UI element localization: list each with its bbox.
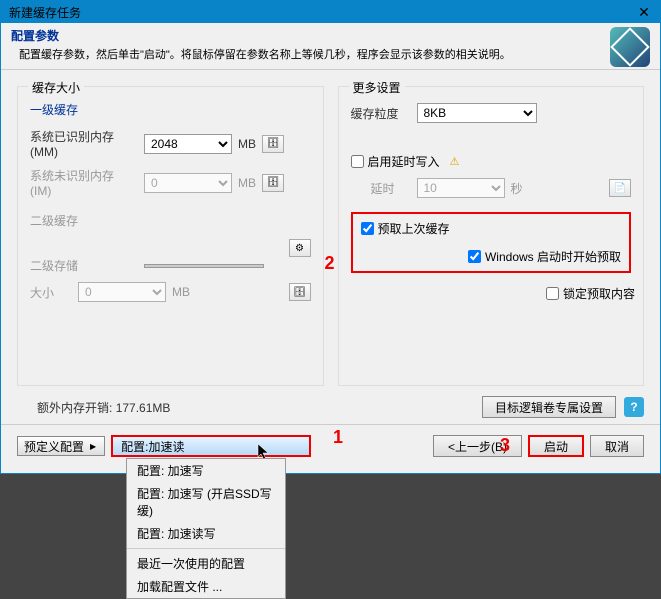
header: 配置参数 配置缓存参数，然后单击"启动"。将鼠标停留在参数名称上等候几秒，程序会… (1, 23, 660, 69)
more-settings-panel: 更多设置 缓存粒度 8KB 启用延时写入 ⚠ 延时 10 秒 📄 2 (338, 86, 645, 386)
delay-unit: 秒 (511, 180, 523, 197)
unrecognized-mem-unit: MB (238, 176, 256, 190)
menu-item-accel-write[interactable]: 配置: 加速写 (127, 459, 285, 482)
app-icon (610, 27, 650, 67)
window-title: 新建缓存任务 (9, 4, 81, 21)
recognized-mem-label: 系统已识别内存 (MM) (30, 128, 138, 159)
granularity-select[interactable]: 8KB (417, 103, 537, 123)
annotation-3: 3 (500, 435, 510, 456)
warn-icon: ⚠ (450, 155, 460, 168)
l2-size-unit: MB (172, 285, 190, 299)
cache-size-title: 缓存大小 (28, 79, 84, 96)
l2-title: 二级缓存 (30, 212, 311, 229)
annotation-1: 1 (333, 427, 343, 448)
menu-item-load-file[interactable]: 加载配置文件 ... (127, 575, 285, 598)
delay-label: 延时 (371, 180, 411, 197)
header-title: 配置参数 (11, 27, 600, 44)
help-icon[interactable]: ? (624, 397, 644, 417)
recognized-mem-icon[interactable]: 🗄 (262, 135, 284, 153)
lock-prefetch-checkbox[interactable]: 锁定预取内容 (546, 285, 635, 302)
extra-mem-value: 177.61MB (116, 401, 171, 415)
l2-size-label: 大小 (30, 284, 72, 301)
extra-mem-label: 额外内存开销: (37, 401, 112, 415)
l2-storage-label: 二级存储 (30, 257, 138, 274)
header-desc: 配置缓存参数，然后单击"启动"。将鼠标停留在参数名称上等候几秒，程序会显示该参数… (19, 46, 600, 62)
defer-write-input[interactable] (351, 155, 364, 168)
l2-storage-slider (144, 264, 264, 268)
prefetch-checkbox[interactable]: 预取上次缓存 (361, 220, 450, 237)
delay-select: 10 (417, 178, 505, 198)
recognized-mem-unit: MB (238, 137, 256, 151)
target-volume-button[interactable]: 目标逻辑卷专属设置 (482, 396, 616, 418)
config-display[interactable]: 配置: 加速读 (111, 435, 311, 457)
preset-button[interactable]: 预定义配置 ▶ (17, 436, 105, 456)
cache-size-panel: 缓存大小 一级缓存 系统已识别内存 (MM) 2048 MB 🗄 系统未识别内存… (17, 86, 324, 386)
l2-size-icon[interactable]: 🗄 (289, 283, 311, 301)
menu-item-recent[interactable]: 最近一次使用的配置 (127, 552, 285, 575)
start-button[interactable]: 启动 (528, 435, 584, 457)
l2-config-icon[interactable]: ⚙ (289, 239, 311, 257)
l1-title: 一级缓存 (30, 101, 311, 118)
cancel-button[interactable]: 取消 (590, 435, 644, 457)
prefetch-input[interactable] (361, 222, 374, 235)
annotation-2: 2 (325, 253, 335, 274)
menu-separator (127, 548, 285, 549)
lock-prefetch-input[interactable] (546, 287, 559, 300)
unrecognized-mem-icon[interactable]: 🗄 (262, 174, 284, 192)
prefetch-boot-checkbox[interactable]: Windows 启动时开始预取 (468, 248, 621, 265)
titlebar: 新建缓存任务 ✕ (1, 1, 660, 23)
menu-item-accel-write-ssd[interactable]: 配置: 加速写 (开启SSD写缓) (127, 482, 285, 522)
prefetch-highlight-box: 预取上次缓存 Windows 启动时开始预取 (351, 212, 632, 273)
preset-menu: 配置: 加速写 配置: 加速写 (开启SSD写缓) 配置: 加速读写 最近一次使… (126, 458, 286, 599)
delay-icon[interactable]: 📄 (609, 179, 631, 197)
close-icon[interactable]: ✕ (632, 3, 656, 21)
menu-item-accel-rw[interactable]: 配置: 加速读写 (127, 522, 285, 545)
chevron-right-icon: ▶ (90, 442, 96, 451)
defer-write-checkbox[interactable]: 启用延时写入 (351, 153, 440, 170)
more-settings-title: 更多设置 (349, 79, 405, 96)
recognized-mem-select[interactable]: 2048 (144, 134, 232, 154)
prefetch-boot-input[interactable] (468, 250, 481, 263)
granularity-label: 缓存粒度 (351, 105, 411, 122)
unrecognized-mem-select: 0 (144, 173, 232, 193)
unrecognized-mem-label: 系统未识别内存 (IM) (30, 167, 138, 198)
l2-size-select: 0 (78, 282, 166, 302)
